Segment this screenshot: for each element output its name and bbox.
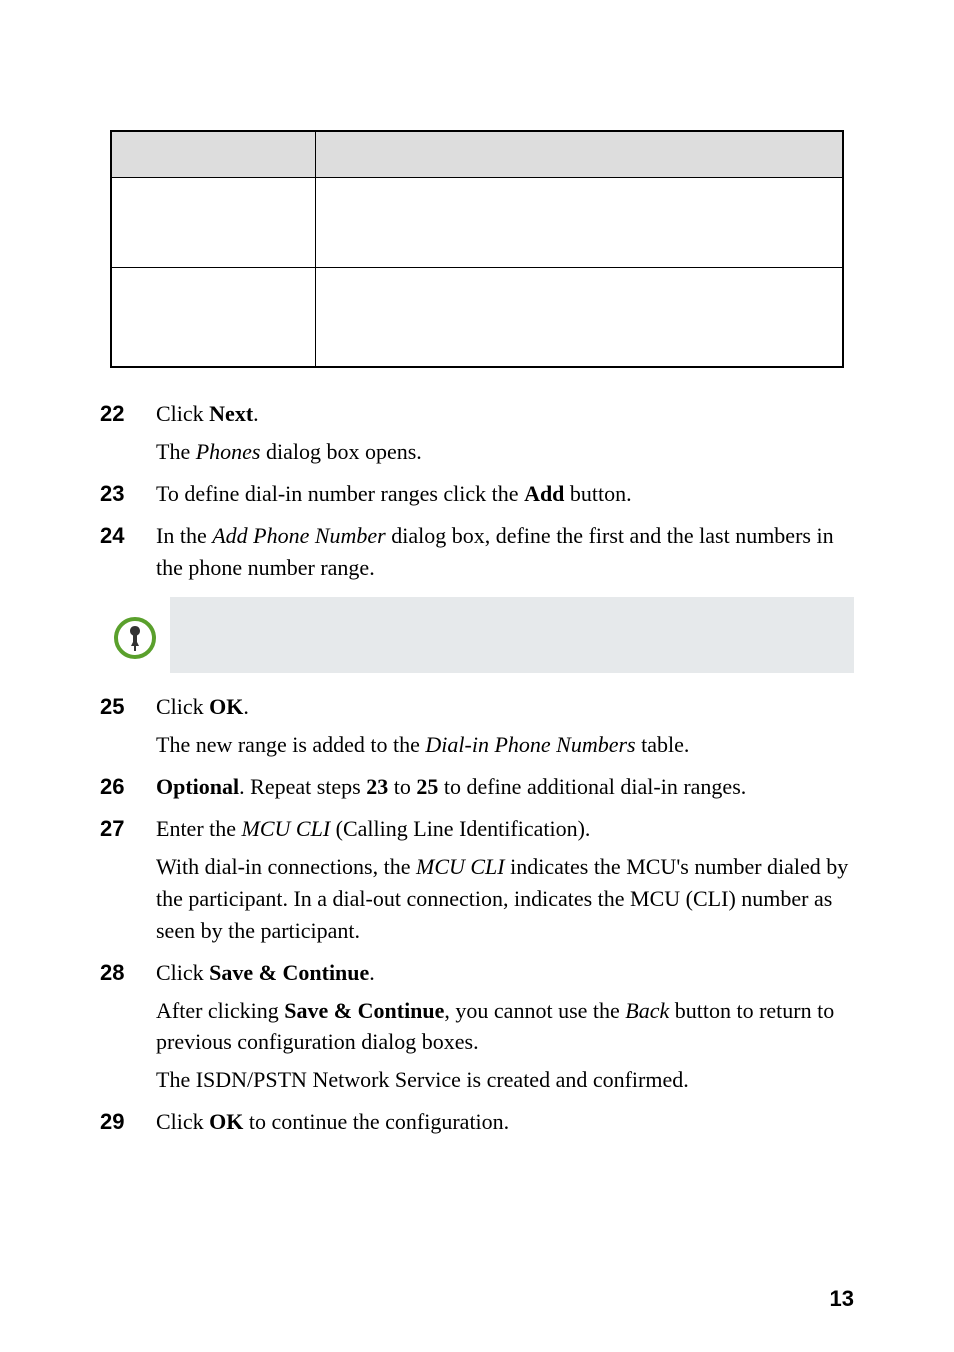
- step-subtext: The new range is added to the Dial-in Ph…: [156, 729, 854, 761]
- step-number: 28: [100, 957, 124, 989]
- step-text: To define dial-in number ranges click th…: [156, 481, 632, 506]
- step-number: 27: [100, 813, 124, 845]
- step-28: 28 Click Save & Continue. After clicking…: [100, 957, 854, 1097]
- step-number: 26: [100, 771, 124, 803]
- step-26: 26 Optional. Repeat steps 23 to 25 to de…: [100, 771, 854, 803]
- step-subtext: After clicking Save & Continue, you cann…: [156, 995, 854, 1059]
- step-24: 24 In the Add Phone Number dialog box, d…: [100, 520, 854, 584]
- note-callout: [100, 597, 854, 673]
- step-text: Enter the MCU CLI (Calling Line Identifi…: [156, 816, 590, 841]
- step-subtext: With dial-in connections, the MCU CLI in…: [156, 851, 854, 947]
- step-text: Click OK.: [156, 694, 249, 719]
- table-row: [111, 177, 843, 267]
- step-text: Click OK to continue the configuration.: [156, 1109, 509, 1134]
- step-subtext: The Phones dialog box opens.: [156, 436, 854, 468]
- note-icon-wrap: [100, 597, 170, 673]
- step-number: 29: [100, 1106, 124, 1138]
- step-29: 29 Click OK to continue the configuratio…: [100, 1106, 854, 1138]
- step-text: In the Add Phone Number dialog box, defi…: [156, 523, 834, 580]
- step-text: Optional. Repeat steps 23 to 25 to defin…: [156, 774, 746, 799]
- step-25: 25 Click OK. The new range is added to t…: [100, 691, 854, 761]
- table-row: [111, 267, 843, 367]
- step-number: 22: [100, 398, 124, 430]
- table-header-1: [111, 131, 316, 177]
- step-subtext-2: The ISDN/PSTN Network Service is created…: [156, 1064, 854, 1096]
- step-text: Click Save & Continue.: [156, 960, 375, 985]
- pin-icon: [114, 617, 156, 659]
- step-27: 27 Enter the MCU CLI (Calling Line Ident…: [100, 813, 854, 947]
- step-number: 25: [100, 691, 124, 723]
- table-header-2: [316, 131, 843, 177]
- step-23: 23 To define dial-in number ranges click…: [100, 478, 854, 510]
- reference-table: [110, 130, 844, 368]
- step-text: Click Next.: [156, 401, 259, 426]
- page-number: 13: [830, 1286, 854, 1312]
- step-number: 24: [100, 520, 124, 552]
- step-number: 23: [100, 478, 124, 510]
- step-22: 22 Click Next. The Phones dialog box ope…: [100, 398, 854, 468]
